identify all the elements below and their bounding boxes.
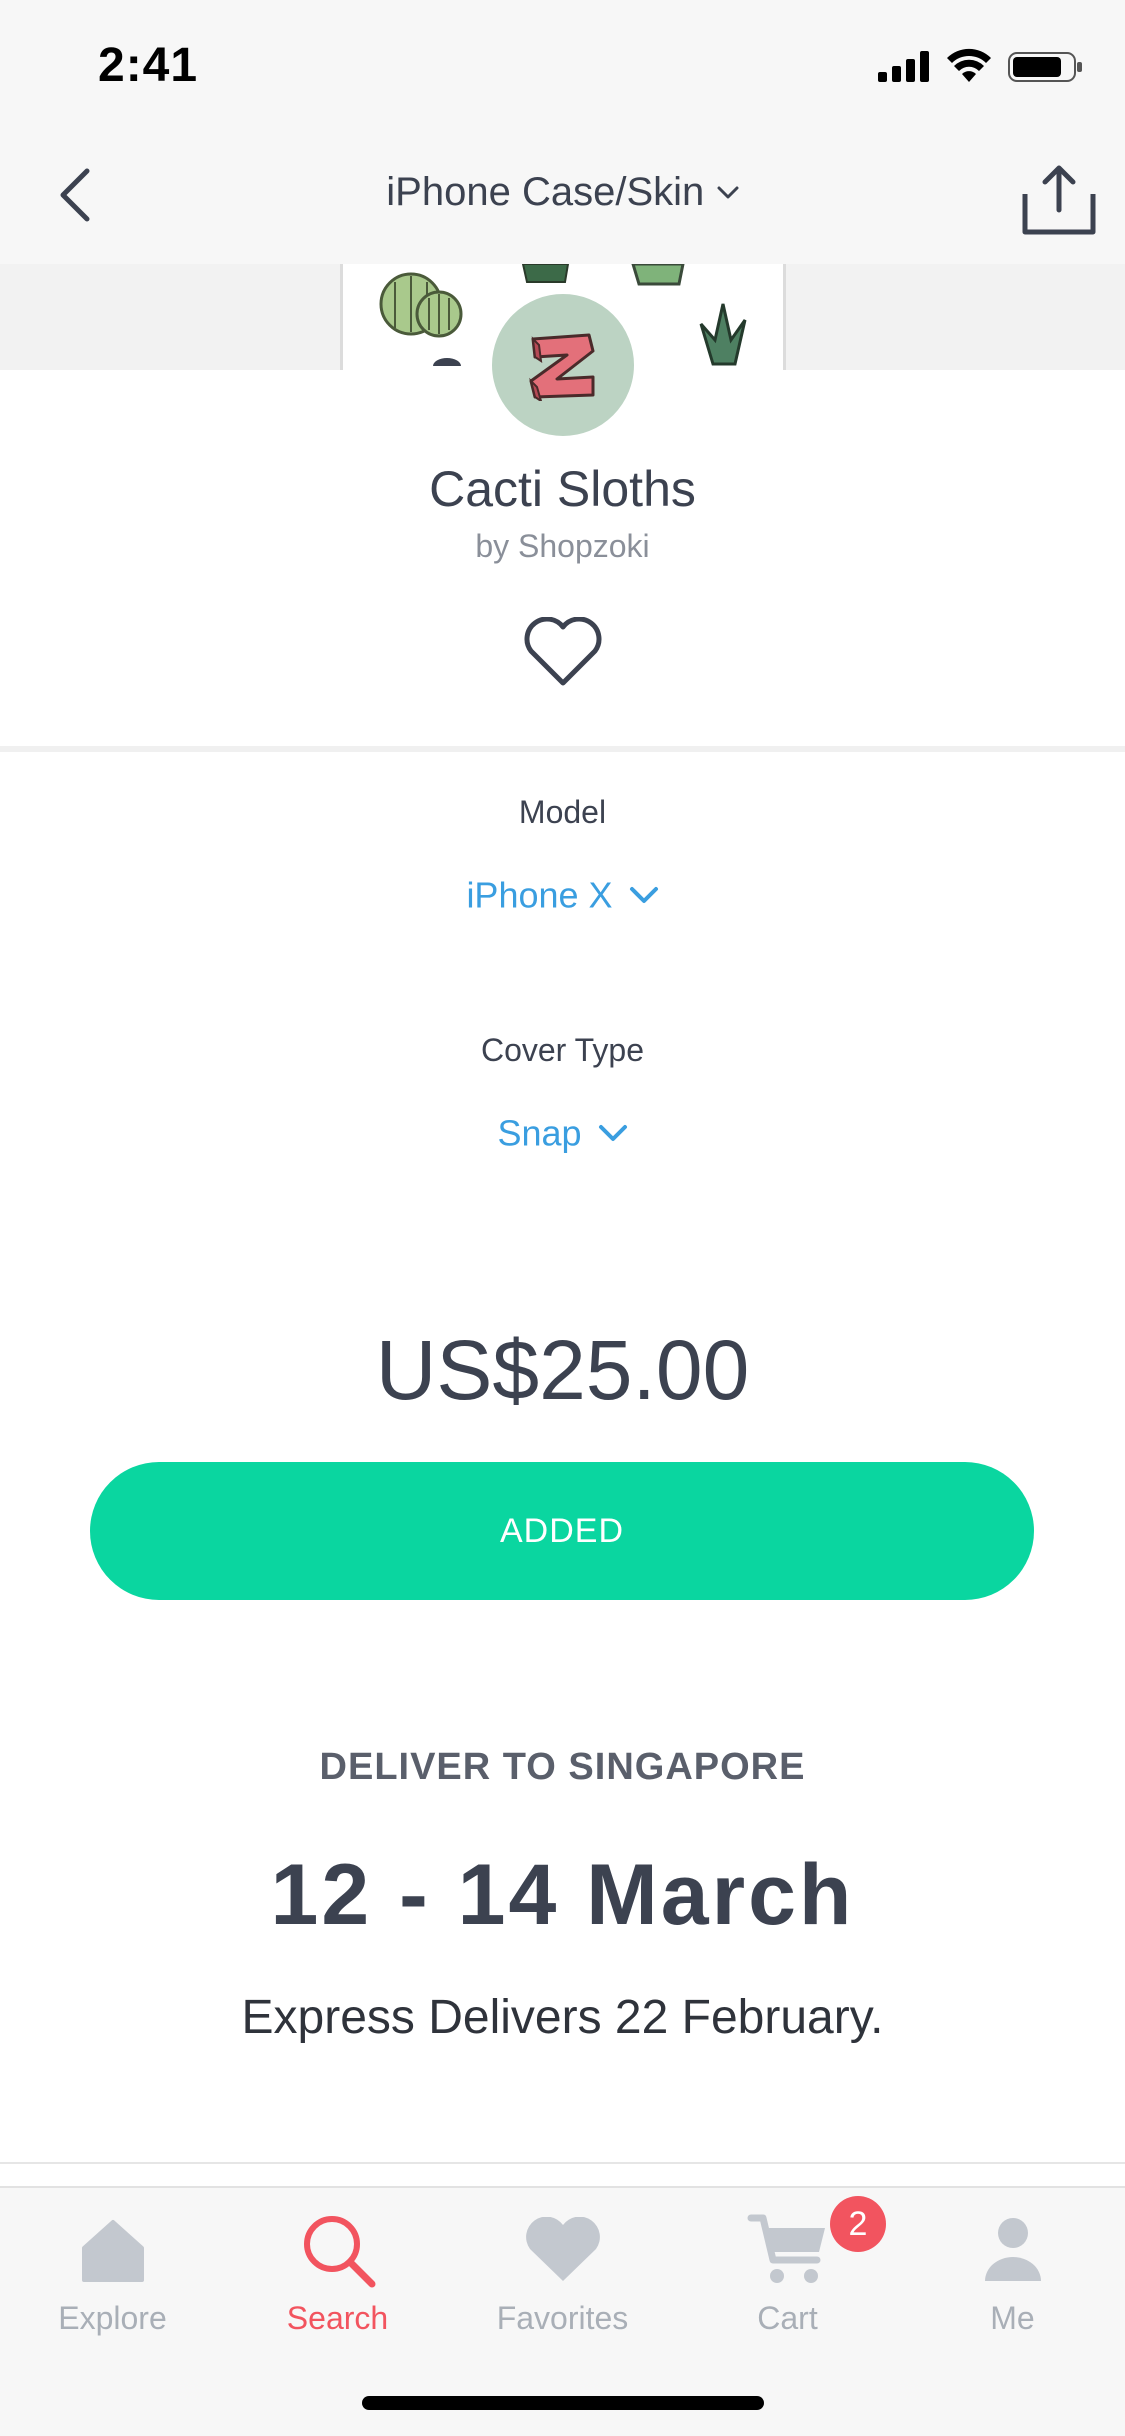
tab-search-label: Search [286, 2300, 389, 2336]
tab-favorites-label: Favorites [496, 2300, 629, 2336]
cover-type-label: Cover Type [480, 1032, 645, 1068]
product-title: Cacti Sloths [429, 461, 696, 517]
cover-type-dropdown[interactable]: Snap [0, 1110, 1125, 1154]
divider [0, 2162, 1125, 2164]
heart-icon [525, 2217, 600, 2281]
delivery-dates: 12 - 14 March [270, 1847, 855, 1943]
home-icon [81, 2220, 144, 2282]
chevron-down-icon [629, 887, 658, 904]
tab-explore-label: Explore [58, 2300, 167, 2336]
chevron-down-icon [717, 186, 739, 198]
tab-explore[interactable]: Explore [0, 2200, 225, 2350]
wifi-icon [946, 48, 992, 89]
cart-icon [747, 2214, 825, 2283]
delivery-heading: DELIVER TO SINGAPORE [319, 1746, 806, 1788]
share-button[interactable] [1016, 160, 1102, 240]
add-button-label: ADDED [499, 1511, 625, 1550]
tab-search[interactable]: Search [225, 2200, 450, 2350]
signal-icon [878, 50, 932, 87]
favorite-button[interactable] [520, 612, 606, 692]
share-icon [1022, 165, 1096, 235]
shop-logo-icon [529, 333, 595, 401]
heart-outline-icon [524, 617, 602, 686]
model-value: iPhone X [466, 874, 613, 916]
model-dropdown[interactable]: iPhone X [0, 872, 1125, 916]
home-indicator[interactable] [362, 2396, 764, 2410]
battery-icon [1008, 52, 1084, 87]
add-to-cart-button[interactable]: ADDED [90, 1462, 1034, 1600]
chevron-down-icon [598, 1125, 627, 1142]
cart-count-badge: 2 [830, 2196, 886, 2252]
product-author[interactable]: by Shopzoki [0, 528, 1125, 565]
search-icon [303, 2216, 375, 2288]
express-delivery-text: Express Delivers 22 February. [241, 1991, 884, 2044]
divider [0, 746, 1125, 752]
nav-title: iPhone Case/Skin [386, 170, 705, 214]
tab-cart-label: Cart [757, 2300, 818, 2336]
status-time: 2:41 [98, 39, 199, 92]
tab-favorites[interactable]: Favorites [450, 2200, 675, 2350]
cover-type-value: Snap [497, 1112, 582, 1154]
model-label: Model [518, 794, 607, 830]
price: US$25.00 [375, 1323, 750, 1417]
user-icon [984, 2218, 1041, 2281]
tab-me-label: Me [990, 2300, 1035, 2336]
tab-me[interactable]: Me [900, 2200, 1125, 2350]
product-type-dropdown[interactable]: iPhone Case/Skin [0, 170, 1125, 215]
shop-avatar[interactable] [488, 290, 638, 440]
